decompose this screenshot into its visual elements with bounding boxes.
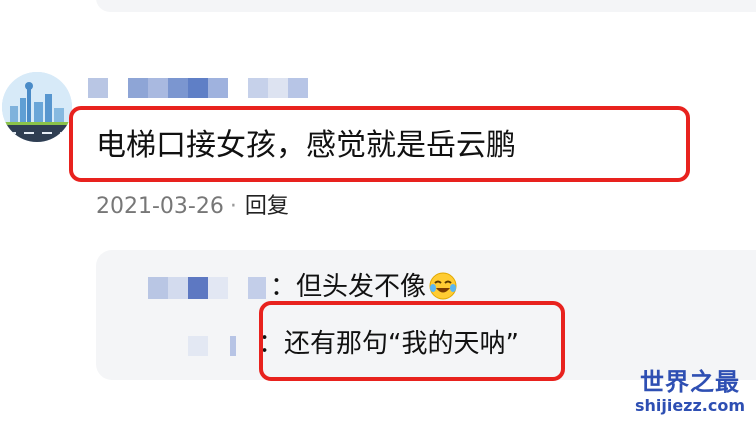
watermark-title: 世界之最 <box>640 368 740 396</box>
comment-text: 电梯口接女孩，感觉就是岳云鹏 <box>96 128 516 163</box>
reply-button[interactable]: 回复 <box>245 194 289 219</box>
watermark-url: shijiezz.com <box>634 396 746 415</box>
reply-user-mosaic-2 <box>188 336 258 358</box>
reply-user-mosaic-1 <box>124 277 274 299</box>
city-skyline-icon <box>2 72 72 142</box>
previous-comment-card <box>96 0 756 12</box>
comment-meta: 2021-03-26 · 回复 <box>96 193 289 221</box>
comment-date: 2021-03-26 <box>96 194 224 219</box>
watermark: 世界之最 shijiezz.com <box>628 368 752 416</box>
reply-highlight-box <box>259 301 565 381</box>
meta-separator: · <box>229 194 237 219</box>
avatar[interactable] <box>2 72 72 142</box>
